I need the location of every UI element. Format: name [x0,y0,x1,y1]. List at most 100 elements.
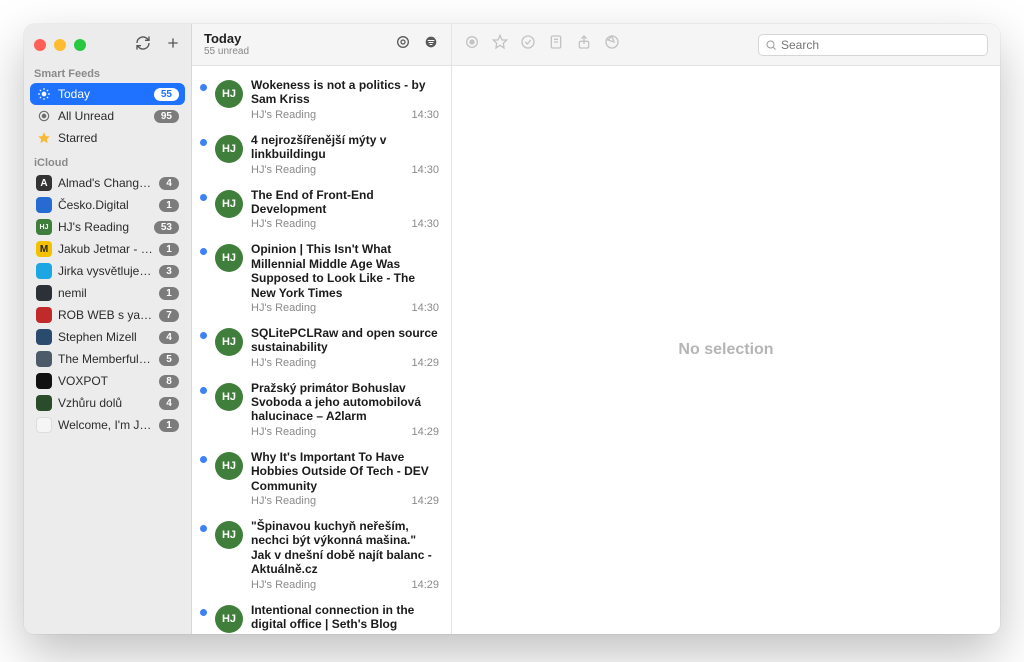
article-feed-name: HJ's Reading [251,357,316,369]
article-feed-avatar: HJ [215,244,243,272]
sidebar-feed-item[interactable]: Welcome, I'm Jakub! 1 [30,414,185,436]
minimize-window-button[interactable] [54,39,66,51]
article-title: SQLitePCLRaw and open source sustainabil… [251,326,439,355]
sidebar-smartfeed-today[interactable]: Today 55 [30,83,185,105]
sidebar: Smart Feeds Today55All Unread95Starred i… [24,24,192,634]
sidebar-feed-item[interactable]: Jirka vysvětluje věci3 [30,260,185,282]
feed-icon [36,263,52,279]
sidebar-smartfeed-unread[interactable]: All Unread95 [30,105,185,127]
window-controls [34,39,86,51]
read-toggle-icon[interactable] [464,34,480,55]
unread-dot-icon [200,332,207,339]
unread-dot-icon [200,525,207,532]
unread-dot-icon [200,139,207,146]
unread-badge: 1 [159,243,179,256]
sidebar-item-label: Vzhůru dolů [58,396,153,410]
article-feed-name: HJ's Reading [251,218,316,230]
unread-badge: 1 [159,287,179,300]
article-feed-avatar: HJ [215,383,243,411]
feed-icon: A [36,175,52,191]
feed-icon [36,351,52,367]
star-icon[interactable] [492,34,508,55]
article-title: "Špinavou kuchyň neřeším, nechci být výk… [251,519,439,577]
sidebar-item-label: Welcome, I'm Jakub! [58,418,153,432]
article-feed-avatar: HJ [215,190,243,218]
article-time: 14:30 [411,218,439,230]
search-field[interactable] [758,34,988,56]
article-feed-name: HJ's Reading [251,426,316,438]
article-time: 14:30 [411,302,439,314]
sidebar-feed-item[interactable]: Česko.Digital1 [30,194,185,216]
refresh-icon[interactable] [135,35,151,56]
article-feed-name: HJ's Reading [251,495,316,507]
unread-icon [36,108,52,124]
sidebar-item-label: Starred [58,131,179,145]
unread-badge: 1 [159,419,179,432]
sidebar-feed-item[interactable]: ROB WEB s yablkom7 [30,304,185,326]
article-title: Wokeness is not a politics - by Sam Kris… [251,78,439,107]
search-input[interactable] [781,38,981,52]
unread-dot-icon [200,248,207,255]
article-row[interactable]: HJSQLitePCLRaw and open source sustainab… [192,320,451,375]
article-row[interactable]: HJThe End of Front-End DevelopmentHJ's R… [192,182,451,237]
unread-badge: 4 [159,397,179,410]
unread-dot-icon [200,456,207,463]
filter-icon[interactable] [423,34,439,55]
sidebar-feed-item[interactable]: nemil1 [30,282,185,304]
sidebar-feed-item[interactable]: HJHJ's Reading53 [30,216,185,238]
feed-icon [36,373,52,389]
add-icon[interactable] [165,35,181,56]
sidebar-item-label: Today [58,87,148,101]
article-row[interactable]: HJPražský primátor Bohuslav Svoboda a je… [192,375,451,444]
article-row[interactable]: HJOpinion | This Isn't What Millennial M… [192,236,451,320]
section-icloud: iCloud [24,149,191,172]
unread-badge: 5 [159,353,179,366]
sidebar-smartfeed-star[interactable]: Starred [30,127,185,149]
sidebar-feed-item[interactable]: VOXPOT8 [30,370,185,392]
article-list-column: Today 55 unread HJWokeness is not a poli… [192,24,452,634]
feed-icon: HJ [36,219,52,235]
titlebar [24,24,191,66]
share-icon[interactable] [576,34,592,55]
article-row[interactable]: HJWokeness is not a politics - by Sam Kr… [192,72,451,127]
article-row[interactable]: HJWhy It's Important To Have Hobbies Out… [192,444,451,513]
article-feed-name: HJ's Reading [251,109,316,121]
article-row[interactable]: HJ4 nejrozšířenější mýty v linkbuildingu… [192,127,451,182]
fullscreen-window-button[interactable] [74,39,86,51]
sidebar-feed-item[interactable]: The Memberful Blog5 [30,348,185,370]
unread-badge: 4 [159,177,179,190]
article-feed-name: HJ's Reading [251,302,316,314]
open-browser-icon[interactable] [604,34,620,55]
unread-badge: 55 [154,88,179,101]
article-time: 14:29 [411,579,439,591]
article-time: 14:29 [411,426,439,438]
article-feed-name: HJ's Reading [251,164,316,176]
article-feed-avatar: HJ [215,605,243,633]
mark-read-icon[interactable] [395,34,411,55]
sidebar-item-label: Česko.Digital [58,198,153,212]
feed-icon [36,329,52,345]
reader-icon[interactable] [548,34,564,55]
unread-badge: 95 [154,110,179,123]
article-list-title: Today [204,32,249,46]
close-window-button[interactable] [34,39,46,51]
sidebar-feed-item[interactable]: Vzhůru dolů 4 [30,392,185,414]
next-unread-icon[interactable] [520,34,536,55]
sidebar-item-label: Stephen Mizell [58,330,153,344]
search-icon [765,39,777,51]
article-time: 14:29 [411,495,439,507]
app-window: Smart Feeds Today55All Unread95Starred i… [24,24,1000,634]
sidebar-item-label: HJ's Reading [58,220,148,234]
article-row[interactable]: HJ"Špinavou kuchyň neřeším, nechci být v… [192,513,451,597]
article-time: 14:30 [411,164,439,176]
feed-icon [36,197,52,213]
article-feed-avatar: HJ [215,135,243,163]
sidebar-feed-item[interactable]: MJakub Jetmar - Médiář1 [30,238,185,260]
article-time: 14:29 [411,357,439,369]
unread-badge: 4 [159,331,179,344]
sidebar-feed-item[interactable]: Stephen Mizell 4 [30,326,185,348]
article-row[interactable]: HJIntentional connection in the digital … [192,597,451,634]
unread-badge: 7 [159,309,179,322]
feed-icon [36,395,52,411]
sidebar-feed-item[interactable]: AAlmad's Changelog4 [30,172,185,194]
